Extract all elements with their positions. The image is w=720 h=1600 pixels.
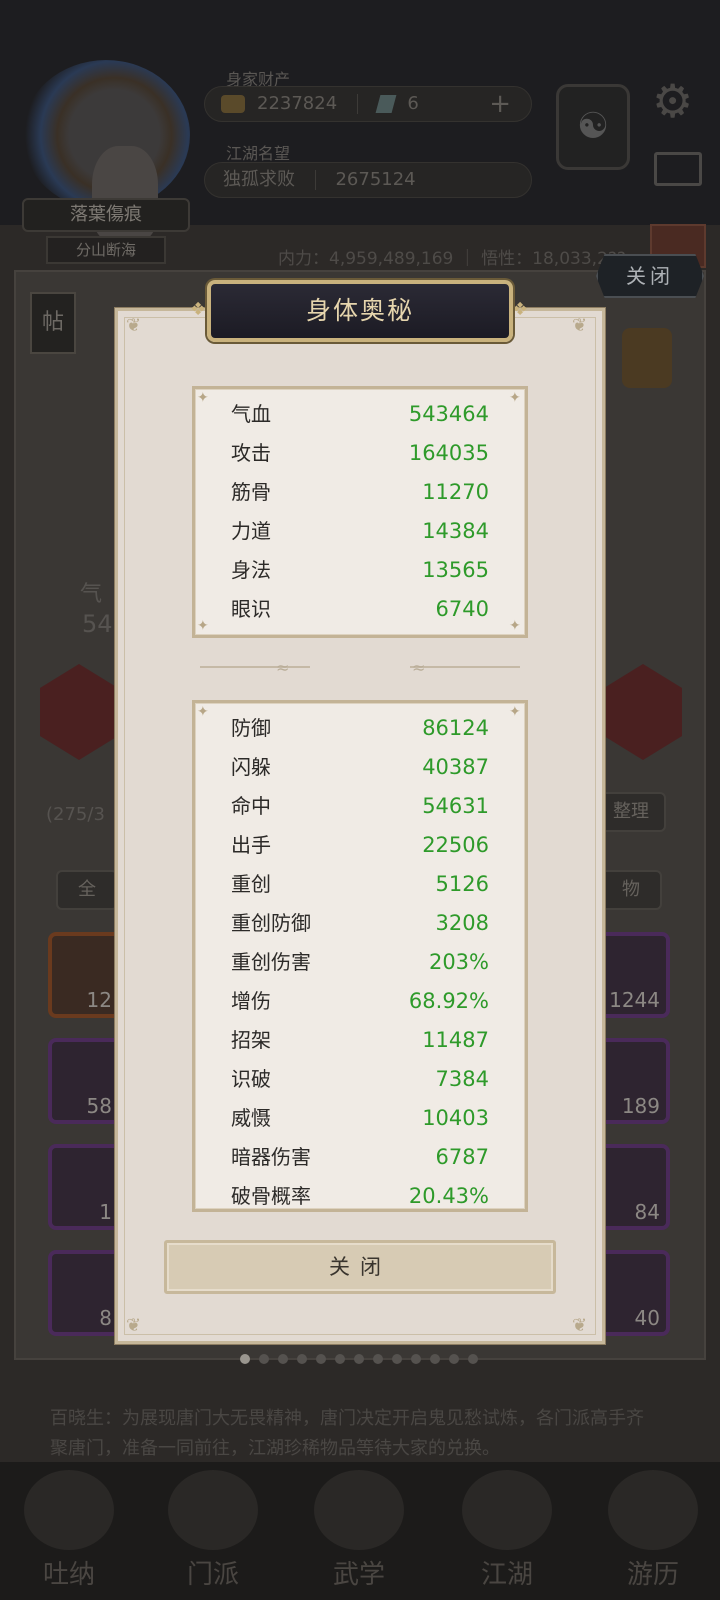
stat-row: 招架 11487 bbox=[231, 1028, 489, 1052]
page-dot[interactable] bbox=[259, 1354, 269, 1364]
stat-row: 力道 14384 bbox=[231, 519, 489, 543]
stat-row: 防御 86124 bbox=[231, 716, 489, 740]
primary-stats-box: ✦ ✦ ✦ ✦ 气血 543464 攻击 164035 筋骨 11270 力道 1438… bbox=[192, 386, 528, 638]
player-name: 落葉傷痕 bbox=[22, 198, 190, 232]
jianghu-icon bbox=[462, 1470, 552, 1550]
stat-row: 重创防御 3208 bbox=[231, 911, 489, 935]
page-dot[interactable] bbox=[430, 1354, 440, 1364]
inventory-item[interactable]: 40 bbox=[596, 1250, 670, 1336]
page-dot[interactable] bbox=[240, 1354, 250, 1364]
inventory-item[interactable]: 1 bbox=[48, 1144, 122, 1230]
page-dot[interactable] bbox=[316, 1354, 326, 1364]
inventory-item[interactable]: 8 bbox=[48, 1250, 122, 1336]
news-ticker: 百晓生：为展现唐门大无畏精神，唐门决定开启鬼见愁试炼，各门派高手齐聚唐门，准备一… bbox=[50, 1408, 644, 1459]
gold-amount: 2237824 bbox=[257, 93, 338, 114]
stat-row: 识破 7384 bbox=[231, 1067, 489, 1091]
player-avatar[interactable] bbox=[22, 60, 190, 242]
hp-value-partial: 54 bbox=[82, 610, 113, 638]
sect-icon bbox=[168, 1470, 258, 1550]
divider-ornament-icon: ≈ bbox=[276, 658, 290, 677]
medal-icon[interactable] bbox=[622, 328, 672, 388]
page-dot[interactable] bbox=[449, 1354, 459, 1364]
inventory-item[interactable]: 84 bbox=[596, 1144, 670, 1230]
page-indicator bbox=[240, 1354, 487, 1366]
inventory-item[interactable]: 1244 bbox=[596, 932, 670, 1018]
filter-items-tab[interactable]: 物 bbox=[600, 870, 662, 910]
stat-row: 破骨概率 20.43% bbox=[231, 1184, 489, 1208]
page-dot[interactable] bbox=[468, 1354, 478, 1364]
fame-title: 独孤求败 bbox=[223, 169, 295, 190]
dialog-title: 身体奥秘 bbox=[207, 280, 513, 342]
fame-label: 江湖名望 bbox=[226, 144, 291, 163]
nav-martial-arts[interactable]: 武学 bbox=[304, 1470, 414, 1590]
nav-jianghu[interactable]: 江湖 bbox=[452, 1470, 562, 1590]
corner-ornament-icon: ❦ bbox=[126, 315, 142, 336]
page-dot[interactable] bbox=[373, 1354, 383, 1364]
stat-row: 暗器伤害 6787 bbox=[231, 1145, 489, 1169]
secondary-stats-box[interactable]: ✦ ✦ 防御 86124 闪躲 40387 命中 54631 出手 22506 重创 51… bbox=[192, 700, 528, 1212]
page-dot[interactable] bbox=[411, 1354, 421, 1364]
page-dot[interactable] bbox=[335, 1354, 345, 1364]
divider-ornament-icon: ≈ bbox=[412, 658, 426, 677]
stat-row: 闪躲 40387 bbox=[231, 755, 489, 779]
add-gems-icon[interactable]: + bbox=[489, 87, 511, 121]
stat-row: 威慑 10403 bbox=[231, 1106, 489, 1130]
nav-travel[interactable]: 游历 bbox=[598, 1470, 708, 1590]
panel-close-button[interactable]: 关闭 bbox=[596, 254, 704, 298]
inventory-item[interactable]: 12 bbox=[48, 932, 122, 1018]
stat-row: 出手 22506 bbox=[231, 833, 489, 857]
stat-row: 攻击 164035 bbox=[231, 441, 489, 465]
close-button[interactable]: 关闭 bbox=[164, 1240, 556, 1294]
title-wing-right-icon: ❖ bbox=[512, 299, 529, 320]
section-divider bbox=[410, 666, 520, 668]
mail-icon[interactable] bbox=[654, 152, 702, 186]
player-sect: 分山断海 bbox=[46, 236, 166, 264]
capacity-partial: (275/3 bbox=[46, 804, 105, 825]
stat-row: 筋骨 11270 bbox=[231, 480, 489, 504]
page-dot[interactable] bbox=[392, 1354, 402, 1364]
page-dot[interactable] bbox=[297, 1354, 307, 1364]
gear-icon[interactable]: ⚙ bbox=[652, 78, 693, 124]
sort-button[interactable]: 整理 bbox=[596, 792, 666, 832]
stat-row: 眼识 6740 bbox=[231, 597, 489, 621]
inventory-item[interactable]: 189 bbox=[596, 1038, 670, 1124]
nav-breathing[interactable]: 吐纳 bbox=[14, 1470, 124, 1590]
stat-row: 命中 54631 bbox=[231, 794, 489, 818]
post-tag-button[interactable]: 帖 bbox=[30, 292, 76, 354]
power-stats-line: 内力：4,959,489,169 ｜ 悟性：18,033,2?? bbox=[278, 249, 626, 269]
currency-bar[interactable]: 2237824 6 + bbox=[204, 86, 532, 122]
nav-sect[interactable]: 门派 bbox=[158, 1470, 268, 1590]
martial-arts-icon bbox=[314, 1470, 404, 1550]
page-dot[interactable] bbox=[278, 1354, 288, 1364]
corner-ornament-icon: ❦ bbox=[572, 1315, 588, 1336]
stat-row: 重创伤害 203% bbox=[231, 950, 489, 974]
gem-amount: 6 bbox=[407, 93, 419, 114]
corner-ornament-icon: ❦ bbox=[126, 1315, 142, 1336]
travel-icon bbox=[608, 1470, 698, 1550]
taiji-icon[interactable]: ☯ bbox=[556, 84, 630, 170]
stat-row: 重创 5126 bbox=[231, 872, 489, 896]
filter-all-tab[interactable]: 全 bbox=[56, 870, 118, 910]
gem-icon bbox=[375, 95, 397, 113]
breathing-icon bbox=[24, 1470, 114, 1550]
stat-row: 增伤 68.92% bbox=[231, 989, 489, 1013]
hp-label-partial: 气 bbox=[80, 582, 103, 607]
page-dot[interactable] bbox=[354, 1354, 364, 1364]
corner-ornament-icon: ❦ bbox=[572, 315, 588, 336]
fame-bar: 独孤求败 2675124 bbox=[204, 162, 532, 198]
fame-value: 2675124 bbox=[335, 169, 416, 190]
gold-ingot-icon bbox=[221, 95, 245, 113]
inventory-item[interactable]: 58 bbox=[48, 1038, 122, 1124]
stat-row: 身法 13565 bbox=[231, 558, 489, 582]
section-divider bbox=[200, 666, 310, 668]
stat-row: 气血 543464 bbox=[231, 402, 489, 426]
